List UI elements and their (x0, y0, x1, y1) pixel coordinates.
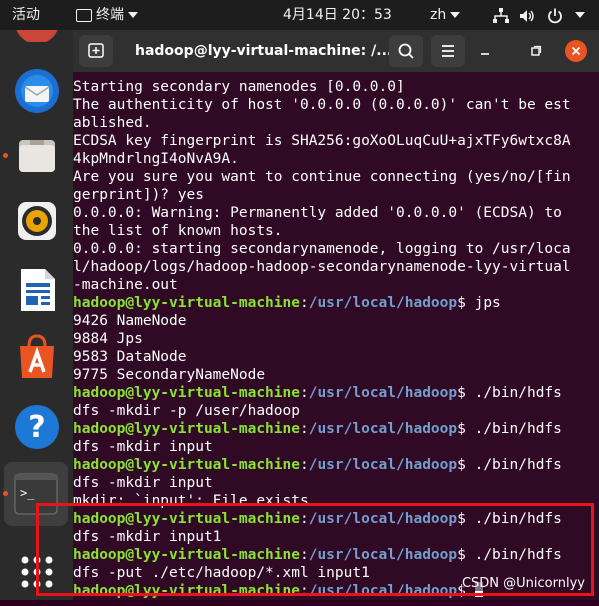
output-line: -machine.out (73, 277, 178, 293)
watermark: CSDN @Unicornlyy (461, 576, 585, 591)
prompt-user: hadoop@lyy-virtual-machine (73, 547, 300, 563)
prompt-path: /usr/local/hadoop (308, 421, 458, 437)
output-line: ECDSA key fingerprint is SHA256:goXoOLuq… (73, 133, 571, 149)
chevron-down-icon (128, 12, 138, 18)
output-line: 9884 Jps (73, 331, 143, 347)
prompt-line: hadoop@lyy-virtual-machine:/usr/local/ha… (73, 456, 599, 474)
show-applications-icon[interactable] (10, 546, 64, 600)
output-line: 9775 SecondaryNameNode (73, 367, 266, 383)
prompt-line: hadoop@lyy-virtual-machine:/usr/local/ha… (73, 294, 599, 312)
prompt-separator: : (299, 583, 309, 599)
command-text: $ ./bin/hdfs (457, 547, 562, 563)
search-button[interactable] (389, 35, 423, 67)
thunderbird-icon[interactable] (10, 64, 64, 118)
output-line: The authenticity of host '0.0.0.0 (0.0.0… (73, 97, 571, 113)
system-menu[interactable] (571, 0, 585, 30)
running-indicator (3, 491, 8, 496)
input-method-label: zh (430, 7, 447, 23)
dock-item-partial[interactable] (10, 30, 64, 42)
prompt-user: hadoop@lyy-virtual-machine (73, 421, 300, 437)
top-bar: 活动 终端 4月14日 20：53 zh (0, 0, 599, 30)
running-indicator (3, 153, 8, 158)
chevron-down-icon (450, 12, 461, 18)
svg-text:>_: >_ (20, 486, 35, 500)
hamburger-icon (442, 45, 454, 57)
window-title: hadoop@lyy-virtual-machine: /... (135, 43, 393, 59)
menu-button[interactable] (431, 35, 465, 67)
prompt-user: hadoop@lyy-virtual-machine (73, 457, 300, 473)
output-line: Are you sure you want to continue connec… (73, 169, 571, 185)
activities-button[interactable]: 活动 (12, 0, 40, 30)
terminal-window: hadoop@lyy-virtual-machine: /... Startin… (73, 30, 599, 600)
prompt-path: /usr/local/hadoop (308, 583, 458, 599)
command-text: $ jps (457, 295, 501, 311)
title-bar[interactable]: hadoop@lyy-virtual-machine: /... (73, 30, 599, 72)
clock[interactable]: 4月14日 20：53 (283, 0, 392, 30)
output-line: 0.0.0.0: Warning: Permanently added '0.0… (73, 205, 562, 221)
prompt-line: hadoop@lyy-virtual-machine:/usr/local/ha… (73, 510, 599, 528)
prompt-user: hadoop@lyy-virtual-machine (73, 511, 300, 527)
prompt-user: hadoop@lyy-virtual-machine (73, 385, 300, 401)
close-icon (571, 46, 581, 56)
prompt-line: hadoop@lyy-virtual-machine:/usr/local/ha… (73, 384, 599, 402)
prompt-separator: : (299, 385, 309, 401)
network-icon[interactable] (492, 6, 510, 24)
libreoffice-writer-icon[interactable] (10, 263, 64, 317)
prompt-path: /usr/local/hadoop (308, 457, 458, 473)
output-line: mkdir: `input': File exists (73, 493, 309, 509)
close-button[interactable] (565, 40, 587, 62)
terminal-icon (76, 8, 92, 22)
prompt-path: /usr/local/hadoop (308, 547, 458, 563)
prompt-user: hadoop@lyy-virtual-machine (73, 295, 300, 311)
new-tab-button[interactable] (79, 35, 113, 67)
dock: ? >_ (0, 30, 73, 600)
output-line: 9426 NameNode (73, 313, 187, 329)
prompt-separator: : (299, 511, 309, 527)
ubuntu-software-icon[interactable] (10, 330, 64, 384)
output-line: the list of known hosts. (73, 223, 283, 239)
prompt-line: hadoop@lyy-virtual-machine:/usr/local/ha… (73, 420, 599, 438)
rhythmbox-icon[interactable] (10, 194, 64, 248)
output-line: dfs -mkdir -p /user/hadoop (73, 403, 300, 419)
prompt-separator: : (299, 421, 309, 437)
maximize-icon (531, 45, 542, 56)
power-icon[interactable] (546, 6, 564, 24)
prompt-separator: : (299, 547, 309, 563)
command-text: $ ./bin/hdfs (457, 511, 562, 527)
input-method-menu[interactable]: zh (430, 0, 461, 30)
prompt-separator: : (299, 295, 309, 311)
command-text: $ ./bin/hdfs (457, 421, 562, 437)
prompt-path: /usr/local/hadoop (308, 385, 458, 401)
app-menu[interactable]: 终端 (76, 0, 138, 30)
minimize-button[interactable] (477, 43, 493, 59)
output-line: dfs -mkdir input1 (73, 529, 222, 545)
terminal-output[interactable]: Starting secondary namenodes [0.0.0.0] Th… (73, 72, 599, 606)
output-line: gerprint])? yes (73, 187, 204, 203)
prompt-path: /usr/local/hadoop (308, 295, 458, 311)
prompt-line: hadoop@lyy-virtual-machine:/usr/local/ha… (73, 546, 599, 564)
prompt-user: hadoop@lyy-virtual-machine (73, 583, 300, 599)
command-text: $ ./bin/hdfs (457, 457, 562, 473)
output-line: ablished. (73, 115, 152, 131)
help-icon[interactable]: ? (10, 400, 64, 454)
output-line: l/hadoop/logs/hadoop-hadoop-secondarynam… (73, 259, 571, 275)
minimize-icon (481, 53, 489, 55)
command-text: $ ./bin/hdfs (457, 385, 562, 401)
app-menu-label: 终端 (96, 7, 124, 23)
output-line: dfs -mkdir input (73, 475, 213, 491)
output-line: 4kpMndrlngI4oNvA9A. (73, 151, 239, 167)
maximize-button[interactable] (527, 43, 543, 59)
files-icon[interactable] (10, 128, 64, 182)
volume-icon[interactable] (518, 6, 536, 24)
prompt-separator: : (299, 457, 309, 473)
output-line: 0.0.0.0: starting secondarynamenode, log… (73, 241, 571, 257)
chevron-down-icon (575, 12, 585, 18)
prompt-path: /usr/local/hadoop (308, 511, 458, 527)
svg-text:?: ? (28, 410, 45, 445)
terminal-dock-icon[interactable]: >_ (4, 462, 68, 526)
search-icon (398, 43, 414, 59)
output-line: dfs -mkdir input (73, 439, 213, 455)
output-line: 9583 DataNode (73, 349, 187, 365)
output-line: Starting secondary namenodes [0.0.0.0] (73, 79, 405, 95)
